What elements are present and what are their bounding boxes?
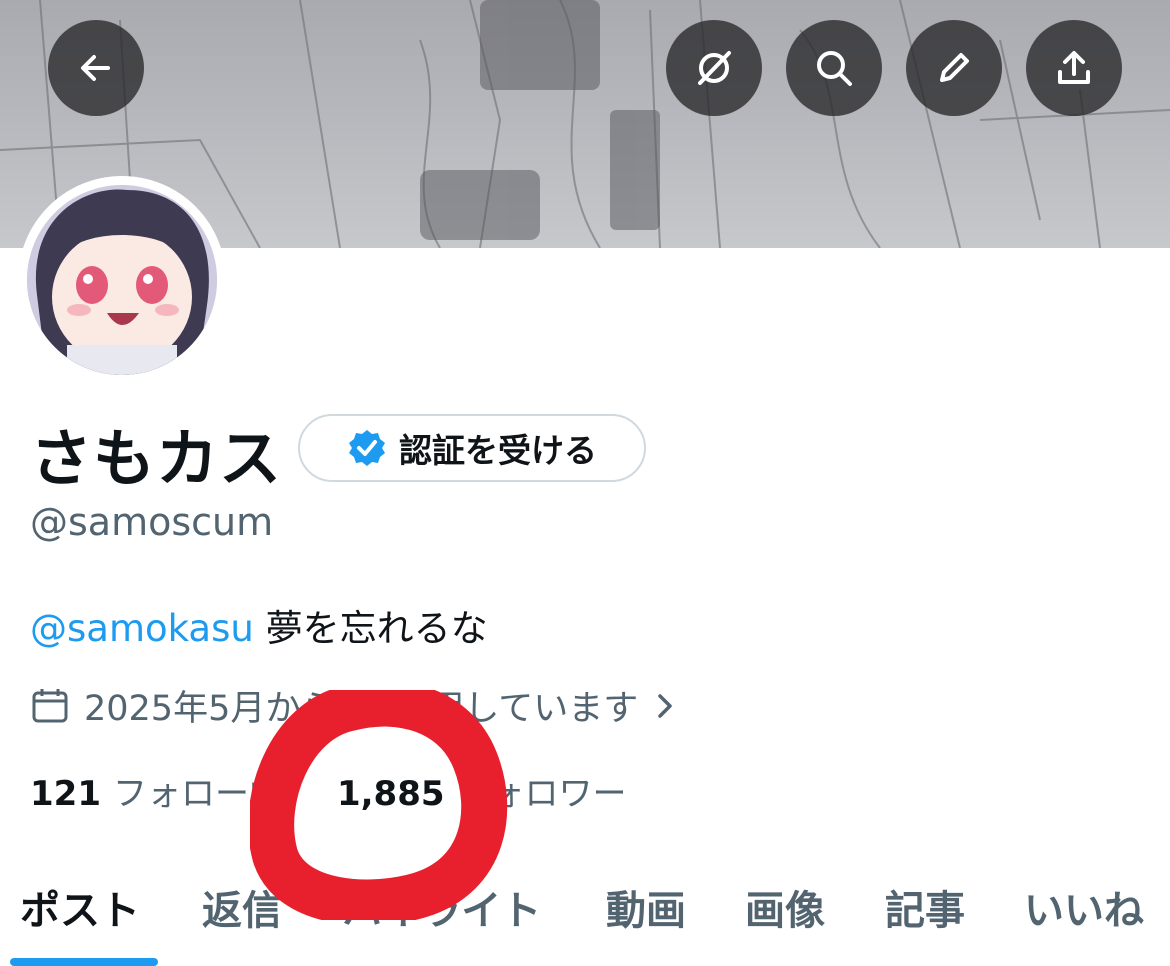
- tab-images[interactable]: 画像: [745, 878, 825, 936]
- arrow-left-icon: [81, 55, 110, 81]
- followers-link[interactable]: 1,885 フォロワー: [337, 766, 627, 815]
- tab-posts[interactable]: ポスト: [20, 878, 140, 936]
- join-date-row[interactable]: 2025年5月からXを利用しています: [30, 680, 678, 731]
- join-date-text: 2025年5月からXを利用しています: [84, 689, 639, 729]
- share-icon: [1058, 51, 1090, 84]
- tab-videos[interactable]: 動画: [606, 878, 686, 936]
- user-handle: @samoscum: [30, 500, 274, 544]
- display-name: さもカス: [30, 422, 283, 495]
- edit-icon: [940, 53, 969, 82]
- profile-bio: @samokasu 夢を忘れるな: [30, 598, 488, 652]
- avatar-image: [27, 185, 217, 375]
- tab-likes[interactable]: いいね: [1024, 878, 1144, 936]
- following-label: フォロー中: [112, 774, 283, 814]
- tab-highlights[interactable]: ハイライト: [342, 878, 541, 936]
- tab-replies[interactable]: 返信: [202, 878, 282, 936]
- bio-mention-link[interactable]: @samokasu: [30, 607, 254, 650]
- follow-stats: 121 フォロー中 1,885 フォロワー: [30, 766, 627, 815]
- active-tab-indicator: [10, 958, 158, 966]
- chevron-right-icon: [658, 693, 673, 718]
- profile-tabs: ポスト 返信 ハイライト 動画 画像 記事 いいね: [0, 870, 1170, 966]
- grok-button[interactable]: [666, 20, 762, 116]
- followers-count: 1,885: [336, 774, 445, 814]
- get-verified-button[interactable]: 認証を受ける: [298, 414, 646, 482]
- search-button[interactable]: [786, 20, 882, 116]
- tab-articles[interactable]: 記事: [885, 878, 965, 936]
- followers-label: フォロワー: [456, 774, 627, 814]
- following-link[interactable]: 121 フォロー中: [30, 766, 283, 815]
- bio-text: 夢を忘れるな: [265, 607, 488, 650]
- verified-badge-icon: [349, 430, 385, 466]
- grok-icon: [698, 51, 731, 85]
- edit-button[interactable]: [906, 20, 1002, 116]
- get-verified-label: 認証を受ける: [399, 431, 597, 470]
- back-button[interactable]: [48, 20, 144, 116]
- calendar-icon: [32, 688, 68, 722]
- avatar[interactable]: [18, 176, 226, 384]
- following-count: 121: [30, 774, 101, 814]
- search-icon: [817, 51, 852, 86]
- share-button[interactable]: [1026, 20, 1122, 116]
